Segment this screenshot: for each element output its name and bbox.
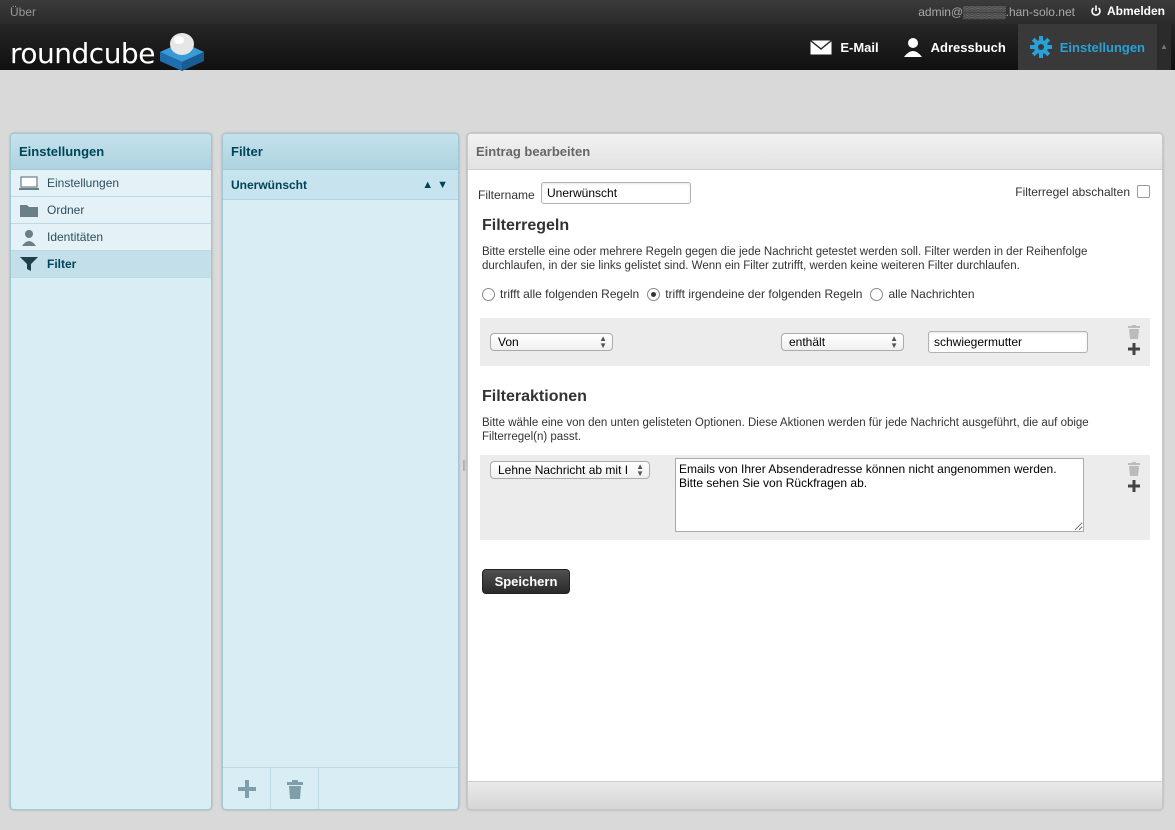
filtername-label: Filtername: [478, 188, 535, 202]
sidebar-item-filter[interactable]: Filter: [11, 251, 211, 278]
settings-sidebar-title: Einstellungen: [11, 134, 211, 170]
person-icon: [903, 38, 922, 57]
select-caret-icon: ▲ ▼: [599, 334, 607, 350]
select-caret-icon: ▲ ▼: [636, 462, 644, 478]
sidebar-item-label: Einstellungen: [47, 176, 120, 190]
edit-panel-footer: [468, 781, 1162, 809]
save-button[interactable]: Speichern: [482, 569, 570, 594]
envelope-icon: [810, 39, 833, 54]
taskbar-toggle[interactable]: ▲: [1157, 24, 1171, 70]
folder-icon: [20, 204, 38, 217]
user-icon: [22, 229, 36, 246]
radio-label: alle Nachrichten: [888, 287, 975, 301]
sidebar-item-ordner[interactable]: Ordner: [11, 197, 211, 224]
actions-heading: Filteraktionen: [482, 388, 587, 405]
select-value: Von: [498, 335, 519, 349]
radio-label: trifft irgendeine der folgenden Regeln: [665, 287, 863, 301]
rule-row: Von ▲ ▼ enthält ▲ ▼: [480, 318, 1150, 366]
rule-operator-select[interactable]: enthält ▲ ▼: [781, 333, 904, 351]
move-up-icon[interactable]: ▲: [422, 179, 433, 191]
task-settings[interactable]: Einstellungen: [1017, 24, 1157, 70]
add-filter-button[interactable]: [223, 768, 271, 809]
sidebar-item-label: Identitäten: [47, 230, 104, 244]
settings-sidebar: Einstellungen Einstellungen Ordner Ident…: [10, 133, 212, 810]
filter-list-title: Filter: [223, 134, 458, 170]
sidebar-item-label: Ordner: [47, 203, 85, 217]
edit-panel-title: Eintrag bearbeiten: [468, 134, 1162, 170]
radio-all-messages[interactable]: alle Nachrichten: [870, 287, 975, 301]
radio-dot: [482, 287, 495, 301]
radio-all-rules[interactable]: trifft alle folgenden Regeln: [482, 287, 639, 301]
filter-edit-panel: Eintrag bearbeiten Filtername Filterrege…: [467, 133, 1163, 810]
delete-action-icon[interactable]: [1128, 462, 1140, 476]
panel-splitter[interactable]: ║: [461, 460, 467, 482]
radio-label: trifft alle folgenden Regeln: [500, 287, 640, 301]
task-addressbook[interactable]: Adressbuch: [891, 24, 1018, 70]
top-line: Über admin@▒▒▒▒▒.han-solo.net Abmelden: [0, 0, 1175, 24]
action-type-select[interactable]: Lehne Nachricht ab mit I ▲ ▼: [490, 461, 650, 479]
select-caret-icon: ▲ ▼: [890, 334, 898, 350]
filter-list-footer: [223, 767, 458, 809]
rule-value-input[interactable]: [928, 331, 1088, 353]
task-addressbook-label: Adressbuch: [930, 39, 1006, 55]
task-mail[interactable]: E-Mail: [798, 24, 890, 70]
trash-icon: [286, 779, 303, 799]
disable-filter-checkbox[interactable]: [1137, 185, 1150, 198]
task-settings-label: Einstellungen: [1059, 39, 1145, 55]
match-mode-radios: trifft alle folgenden Regeln trifft irge…: [482, 287, 983, 301]
radio-any-rule[interactable]: trifft irgendeine der folgenden Regeln: [647, 287, 862, 301]
sidebar-item-label: Filter: [47, 257, 77, 271]
action-reason-textarea[interactable]: [675, 458, 1084, 532]
select-value: Lehne Nachricht ab mit I: [498, 463, 629, 477]
filter-name: Unerwünscht: [231, 177, 308, 192]
logo-cube-icon: [159, 33, 204, 71]
user-email: admin@▒▒▒▒▒.han-solo.net: [918, 5, 1075, 19]
taskbar: E-Mail Adressbuch Einstellungen: [798, 24, 1157, 70]
logo-text: roundcube: [10, 37, 155, 70]
gear-icon: [1029, 36, 1052, 58]
sidebar-item-identitaeten[interactable]: Identitäten: [11, 224, 211, 251]
delete-filter-button[interactable]: [271, 768, 319, 809]
rules-description: Bitte erstelle eine oder mehrere Regeln …: [482, 246, 1088, 272]
radio-dot: [870, 287, 884, 301]
logout-label: Abmelden: [1106, 4, 1165, 18]
filter-list-panel: Filter Unerwünscht ▲ ▼: [222, 133, 459, 810]
about-link[interactable]: Über: [10, 5, 36, 19]
move-down-icon[interactable]: ▼: [437, 179, 448, 191]
monitor-icon: [19, 175, 39, 190]
filter-list-item[interactable]: Unerwünscht ▲ ▼: [223, 170, 458, 200]
select-value: enthält: [789, 335, 826, 349]
disable-filter-label: Filterregel abschalten: [1015, 185, 1130, 199]
add-action-icon[interactable]: [1128, 480, 1140, 492]
actions-description: Bitte wähle eine von den unten gelistete…: [482, 417, 1089, 443]
power-icon: [1091, 5, 1101, 16]
add-rule-icon[interactable]: [1128, 343, 1140, 355]
rule-header-select[interactable]: Von ▲ ▼: [490, 333, 613, 351]
roundcube-logo[interactable]: roundcube: [10, 28, 207, 72]
action-row: Lehne Nachricht ab mit I ▲ ▼: [480, 455, 1150, 540]
plus-icon: [237, 780, 256, 798]
header: roundcube E-Mail Adressbuch Einstellunge…: [0, 24, 1175, 72]
rules-heading: Filterregeln: [482, 217, 570, 234]
funnel-icon: [20, 257, 38, 271]
delete-rule-icon[interactable]: [1128, 325, 1140, 339]
filtername-input[interactable]: [541, 182, 691, 204]
sidebar-item-einstellungen[interactable]: Einstellungen: [11, 170, 211, 197]
logout-button[interactable]: Abmelden: [1090, 4, 1165, 18]
task-mail-label: E-Mail: [840, 39, 879, 55]
radio-dot: [647, 287, 661, 301]
